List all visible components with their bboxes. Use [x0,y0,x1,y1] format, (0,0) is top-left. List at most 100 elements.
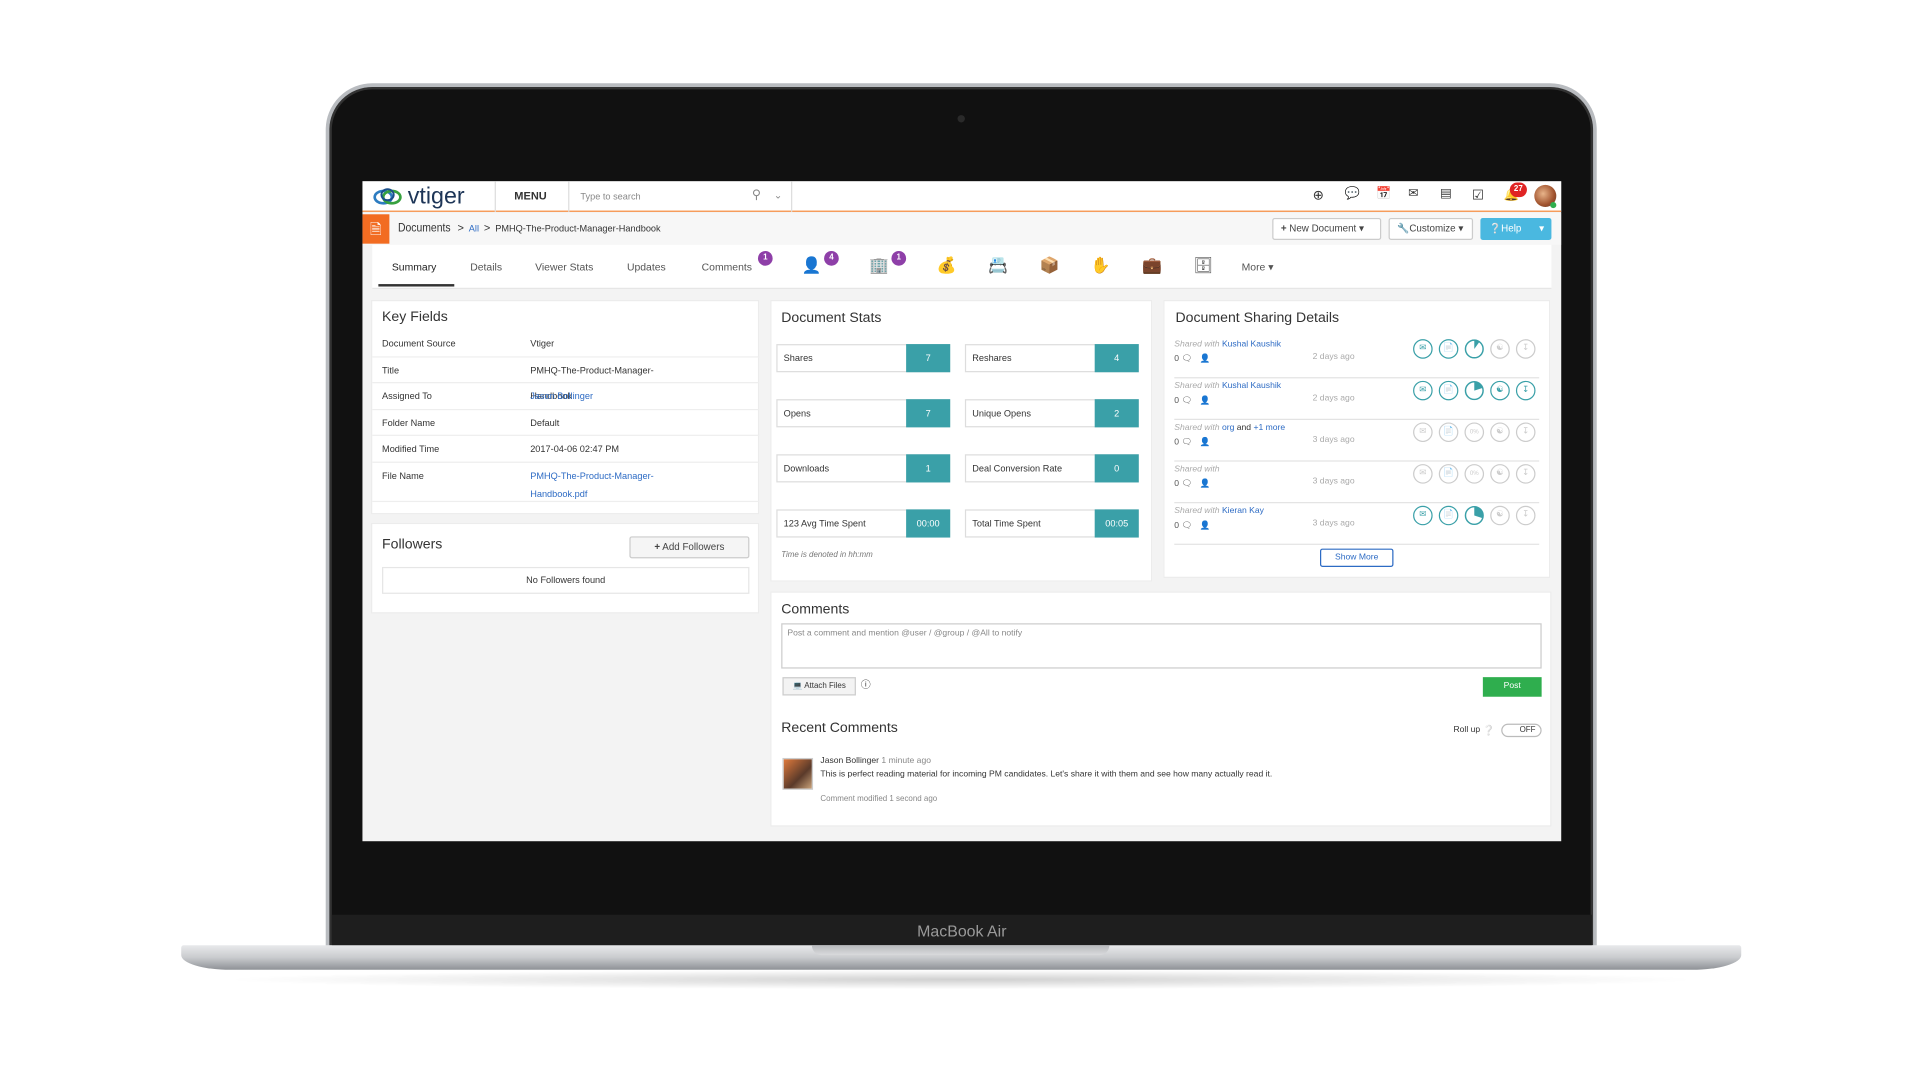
cabinet-icon[interactable]: 🗄 [1193,256,1215,276]
key-field-row: File Name PMHQ-The-Product-Manager-Handb… [372,462,760,503]
breadcrumb-filter[interactable]: All [469,223,479,234]
view-progress-icon[interactable] [1464,505,1484,526]
tab-comments[interactable]: Comments [702,261,752,273]
document-icon[interactable]: 📄 [1438,339,1459,359]
shared-with-name[interactable]: org [1222,424,1234,433]
document-icon[interactable]: 📄 [1438,464,1459,484]
download-icon[interactable]: ↧ [1515,422,1536,443]
stat-label: 123 Avg Time Spent [783,517,866,529]
view-progress-icon[interactable]: 0% [1464,464,1485,484]
shared-with: Shared with [1174,465,1219,474]
tab-viewer-stats[interactable]: Viewer Stats [535,261,593,273]
view-progress-icon[interactable] [1464,381,1484,401]
service-hand-icon[interactable]: ✋ [1090,256,1112,276]
organization-icon[interactable]: 🏢 [868,256,890,276]
shared-with: Shared with Kushal Kaushik [1174,340,1281,349]
info-icon[interactable]: ⓘ [861,678,871,691]
comment-header: Jason Bollinger 1 minute ago [820,757,931,766]
reshare-icon[interactable]: ☯ [1490,505,1510,526]
key-fields-panel: Key Fields Document Source Vtiger Title P… [371,300,760,515]
key-field-label: Assigned To [382,390,432,402]
contact-card-icon[interactable]: 📇 [987,256,1009,276]
plus-circle-icon[interactable]: ⊕ [1313,187,1324,204]
product-box-icon[interactable]: 📦 [1038,256,1060,276]
more-tabs-dropdown[interactable]: More ▾ [1242,261,1274,274]
stat-value: 00:00 [906,509,951,538]
reshare-icon[interactable]: ☯ [1490,464,1510,484]
document-icon[interactable]: 📄 [1438,380,1459,401]
reshare-icon[interactable]: ☯ [1490,380,1510,401]
download-icon[interactable]: ↧ [1515,339,1536,359]
stat-box: Deal Conversion Rate 0 [964,454,1139,483]
mail-icon[interactable]: ✉ [1408,187,1418,200]
shared-with-name[interactable]: Kushal Kaushik [1222,382,1281,391]
key-field-row: Folder Name Default [372,410,760,436]
reshare-icon[interactable]: ☯ [1490,422,1510,443]
tab-updates[interactable]: Updates [627,261,666,273]
stat-label: Unique Opens [972,407,1031,419]
view-progress-icon[interactable]: 0% [1464,422,1485,443]
key-field-value[interactable]: Jason Bollinger [530,383,677,409]
money-bag-icon[interactable]: 💰 [936,256,958,276]
tasks-icon[interactable]: ☑ [1472,187,1484,204]
shared-with-name[interactable]: Kushal Kaushik [1222,340,1281,349]
comment-count: 0 [1174,480,1180,489]
view-progress-icon[interactable] [1464,339,1484,359]
key-field-value: Vtiger [530,337,555,349]
shared-with-name[interactable]: Kieran Kay [1222,507,1264,516]
comments-panel: Comments Post a comment and mention @use… [770,591,1552,827]
new-document-button[interactable]: + New Document ▾ [1272,217,1382,241]
download-icon[interactable]: ↧ [1515,464,1536,484]
email-open-icon[interactable]: ✉ [1413,505,1433,526]
breadcrumb-module[interactable]: Documents [398,222,451,235]
breadcrumb-record: PMHQ-The-Product-Manager-Handbook [495,222,661,234]
post-button[interactable]: Post [1482,677,1542,697]
add-followers-button[interactable]: + Add Followers [629,536,750,559]
sharing-row: Shared with Kushal Kaushik 0 🗨 👤 2 days a… [1174,378,1540,421]
comment-textarea[interactable]: Post a comment and mention @user / @grou… [781,623,1542,669]
email-open-icon[interactable]: ✉ [1413,380,1433,401]
comment-author[interactable]: Jason Bollinger [820,757,879,766]
comment-count: 0 [1174,396,1180,406]
reports-icon[interactable]: ▤ [1440,187,1452,200]
tab-details[interactable]: Details [470,261,502,273]
email-open-icon[interactable]: ✉ [1413,339,1433,359]
help-button[interactable]: ❔Help ▾ [1480,217,1552,241]
menu-button[interactable]: MENU [514,190,546,202]
search-icon[interactable]: ⚲ [752,189,761,202]
download-icon[interactable]: ↧ [1515,505,1536,526]
contact-icon[interactable]: 👤 [801,256,823,276]
document-icon[interactable]: 📄 [1438,505,1459,526]
rollup-toggle[interactable]: OFF [1501,723,1542,738]
key-field-label: Folder Name [382,416,436,428]
download-icon[interactable]: ↧ [1515,380,1536,401]
email-open-icon[interactable]: ✉ [1413,422,1433,443]
help-icon[interactable]: ❔ [1483,725,1495,736]
online-status-dot [1550,202,1557,209]
show-more-button[interactable]: Show More [1320,548,1394,567]
stat-box: Reshares 4 [964,344,1139,373]
search-input[interactable]: Type to search [580,191,751,202]
reshare-icon[interactable]: ☯ [1490,339,1510,359]
stat-box: Unique Opens 2 [964,399,1139,428]
key-field-label: Title [382,364,400,376]
logo[interactable]: vtiger [372,183,465,209]
customize-button[interactable]: 🔧Customize ▾ [1388,217,1474,241]
document-icon[interactable]: 📄 [1438,422,1459,443]
shared-with: Shared with Kieran Kay [1174,507,1264,516]
shared-with-more[interactable]: +1 more [1253,424,1285,433]
shared-with-prefix: Shared with [1174,506,1220,516]
divider [568,181,570,212]
key-field-value[interactable]: PMHQ-The-Product-Manager-Handbook.pdf [530,466,677,503]
share-comment-count: 0 🗨 👤 [1174,520,1210,531]
tab-summary[interactable]: Summary [392,261,437,273]
stat-label: Total Time Spent [972,517,1041,529]
briefcase-icon[interactable]: 💼 [1141,256,1163,276]
chevron-down-icon[interactable]: ⌄ [774,190,782,201]
documents-module-icon: 🗎 [362,214,390,244]
help-dropdown-caret[interactable]: ▾ [1539,219,1544,239]
calendar-icon[interactable]: 📅 [1376,187,1391,200]
chat-icon[interactable]: 💬 [1344,187,1359,200]
email-open-icon[interactable]: ✉ [1413,464,1433,484]
attach-files-button[interactable]: 💻 Attach Files [782,677,856,696]
